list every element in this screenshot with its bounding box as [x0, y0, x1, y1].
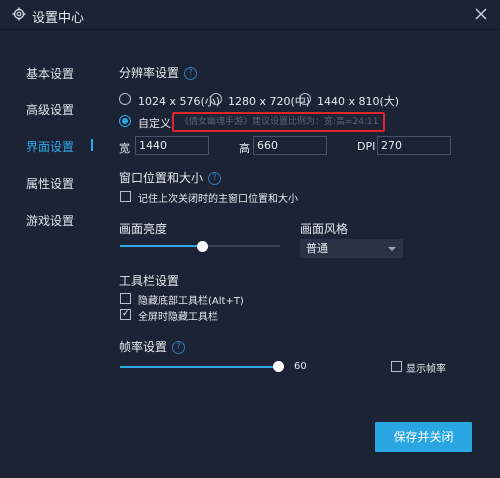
height-label: 高 — [239, 142, 250, 155]
remember-position-label: 记住上次关闭时的主窗口位置和大小 — [138, 194, 298, 205]
height-input[interactable]: 660 — [253, 136, 327, 155]
chevron-down-icon — [388, 247, 396, 251]
resolution-section: 分辨率设置? — [119, 64, 198, 81]
framerate-value: 60 — [294, 361, 307, 372]
sidebar-item-basic[interactable]: 基本设置 — [26, 65, 74, 82]
sidebar-item-game[interactable]: 游戏设置 — [26, 212, 74, 229]
sidebar: 基本设置 高级设置 界面设置 属性设置 游戏设置 — [0, 31, 100, 478]
sidebar-item-advanced[interactable]: 高级设置 — [26, 101, 74, 118]
sidebar-item-interface[interactable]: 界面设置 — [26, 138, 74, 155]
help-icon[interactable]: ? — [172, 341, 186, 354]
show-fps-label: 显示帧率 — [406, 364, 446, 375]
framerate-fill — [120, 366, 278, 368]
style-selected: 普通 — [306, 242, 328, 255]
sidebar-item-properties[interactable]: 属性设置 — [26, 175, 74, 192]
fullscreen-hide-toolbar-checkbox[interactable]: ✓ — [120, 309, 131, 320]
style-select[interactable]: 普通 — [300, 239, 403, 258]
dpi-label: DPI — [357, 140, 376, 153]
framerate-section: 帧率设置? — [119, 338, 186, 355]
hide-bottom-toolbar-label: 隐藏底部工具栏(Alt+T) — [138, 296, 244, 307]
width-input[interactable]: 1440 — [135, 136, 209, 155]
framerate-handle[interactable] — [273, 361, 284, 372]
width-label: 宽 — [119, 142, 130, 155]
style-title: 画面风格 — [300, 222, 349, 236]
show-fps-checkbox[interactable] — [391, 361, 402, 372]
framerate-title: 帧率设置 — [119, 340, 168, 354]
radio-custom-label: 自定义 — [138, 117, 171, 130]
title-bar: 设置中心 — [0, 0, 500, 30]
brightness-handle[interactable] — [197, 241, 208, 252]
radio-1440[interactable] — [299, 93, 311, 105]
brightness-title: 画面亮度 — [119, 222, 168, 236]
framerate-slider[interactable] — [120, 366, 278, 368]
check-icon: ✓ — [122, 309, 130, 319]
close-icon[interactable] — [472, 5, 490, 23]
toolbar-title: 工具栏设置 — [119, 274, 180, 288]
dpi-input[interactable]: 270 — [377, 136, 451, 155]
radio-1280[interactable] — [210, 93, 222, 105]
help-icon[interactable]: ? — [208, 172, 222, 185]
radio-1280-label: 1280 x 720(中) — [228, 95, 311, 108]
resolution-title: 分辨率设置 — [119, 66, 180, 80]
radio-1024[interactable] — [119, 93, 131, 105]
window-position-section: 窗口位置和大小? — [119, 169, 222, 186]
help-icon[interactable]: ? — [184, 67, 198, 80]
radio-1440-label: 1440 x 810(大) — [317, 95, 400, 108]
active-nav-indicator — [91, 139, 93, 151]
gear-icon — [12, 7, 26, 21]
radio-1024-label: 1024 x 576(小) — [138, 95, 221, 108]
window-position-title: 窗口位置和大小 — [119, 171, 204, 185]
fullscreen-hide-toolbar-label: 全屏时隐藏工具栏 — [138, 312, 218, 323]
remember-position-checkbox[interactable] — [120, 191, 131, 202]
window-title: 设置中心 — [32, 11, 85, 26]
aspect-ratio-hint: 《倩女幽魂手游》建议设置比例为：宽:高=24:11 — [172, 112, 385, 132]
hide-bottom-toolbar-checkbox[interactable] — [120, 293, 131, 304]
radio-custom[interactable] — [119, 115, 131, 127]
brightness-fill — [120, 245, 202, 247]
save-and-close-button[interactable]: 保存并关闭 — [375, 422, 472, 452]
